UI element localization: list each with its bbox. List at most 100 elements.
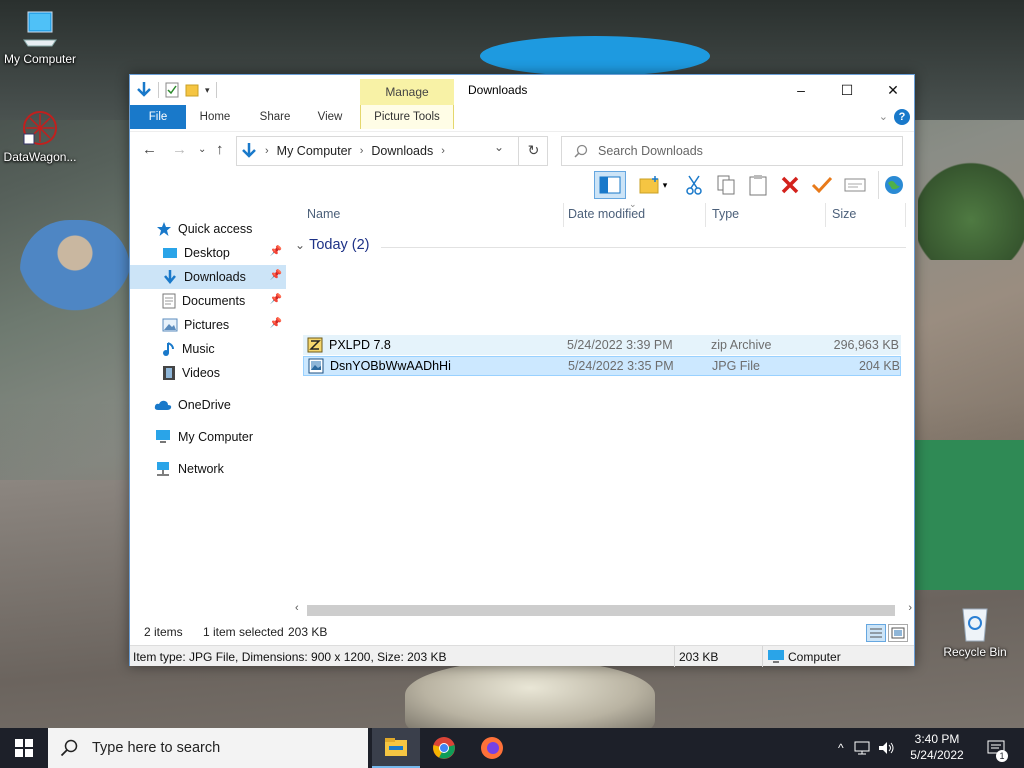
nav-downloads[interactable]: Downloads 📌 bbox=[130, 265, 286, 289]
desktop-icon-datawagon[interactable]: DataWagon... bbox=[0, 108, 80, 164]
column-header-name[interactable]: Name bbox=[307, 207, 340, 221]
chevron-right-icon[interactable]: › bbox=[360, 145, 364, 157]
cut-button[interactable] bbox=[682, 171, 706, 199]
column-divider[interactable] bbox=[905, 203, 906, 227]
new-folder-icon bbox=[639, 176, 659, 194]
firefox-icon bbox=[481, 737, 503, 759]
details-view-button[interactable] bbox=[866, 624, 886, 642]
datawagon-icon bbox=[23, 111, 57, 145]
file-date: 5/24/2022 3:35 PM bbox=[568, 359, 674, 373]
column-header-size[interactable]: Size bbox=[832, 207, 856, 221]
volume-icon[interactable] bbox=[878, 741, 896, 755]
status-selected: 1 item selected bbox=[203, 625, 284, 639]
pin-icon[interactable]: 📌 bbox=[270, 270, 282, 281]
nav-network[interactable]: Network bbox=[130, 457, 286, 481]
delete-x-icon bbox=[781, 176, 799, 194]
chevron-down-icon: ⌄ bbox=[295, 238, 306, 252]
minimize-button[interactable]: – bbox=[778, 75, 824, 105]
pin-icon[interactable]: 📌 bbox=[270, 246, 282, 257]
taskbar-file-explorer[interactable] bbox=[372, 728, 420, 768]
large-icons-view-button[interactable] bbox=[888, 624, 908, 642]
customize-qat-icon[interactable]: ▾ bbox=[205, 85, 210, 96]
pin-icon[interactable]: 📌 bbox=[270, 318, 282, 329]
title-bar[interactable]: ▾ Manage Downloads – ☐ ✕ bbox=[130, 75, 914, 105]
desktop-icon-recycle-bin[interactable]: Recycle Bin bbox=[935, 603, 1015, 659]
preview-pane-button[interactable] bbox=[594, 171, 626, 199]
tab-picture-tools[interactable]: Picture Tools bbox=[360, 105, 454, 129]
computer-icon bbox=[768, 650, 784, 663]
taskbar-search-box[interactable]: Type here to search bbox=[48, 728, 368, 768]
new-folder-icon[interactable] bbox=[185, 82, 199, 98]
maximize-button[interactable]: ☐ bbox=[824, 75, 870, 105]
nav-documents[interactable]: Documents 📌 bbox=[130, 289, 286, 313]
properties-button[interactable] bbox=[842, 171, 868, 199]
tab-view[interactable]: View bbox=[306, 105, 354, 129]
taskbar-search-input[interactable]: Type here to search bbox=[92, 740, 220, 756]
search-box[interactable]: Search Downloads bbox=[561, 136, 903, 166]
nav-music[interactable]: Music bbox=[130, 337, 286, 361]
network-icon[interactable] bbox=[854, 741, 870, 755]
file-type: JPG File bbox=[712, 359, 760, 373]
close-button[interactable]: ✕ bbox=[870, 75, 916, 105]
group-header[interactable]: ⌄ Today (2) bbox=[295, 237, 370, 253]
nav-pictures[interactable]: Pictures 📌 bbox=[130, 313, 286, 337]
refresh-button[interactable]: ↻ bbox=[518, 136, 548, 166]
status-bar: 2 items 1 item selected 203 KB bbox=[130, 621, 914, 643]
address-dropdown-icon[interactable]: ⌄ bbox=[494, 140, 504, 154]
back-button[interactable]: ← bbox=[142, 141, 157, 158]
nav-my-computer[interactable]: My Computer bbox=[130, 425, 286, 449]
copy-button[interactable] bbox=[714, 171, 738, 199]
forward-button[interactable]: → bbox=[172, 141, 187, 158]
column-divider[interactable] bbox=[705, 203, 706, 227]
chevron-up-icon[interactable]: ^ bbox=[838, 741, 844, 755]
rename-button[interactable] bbox=[810, 171, 834, 199]
column-divider[interactable] bbox=[563, 203, 564, 227]
details-size: 203 KB bbox=[679, 650, 719, 664]
desktop-icon-my-computer[interactable]: My Computer bbox=[0, 10, 80, 66]
action-center-button[interactable]: 1 bbox=[982, 728, 1010, 768]
file-type: zip Archive bbox=[711, 338, 772, 352]
bg-glass bbox=[405, 660, 655, 728]
file-explorer-icon bbox=[385, 738, 407, 756]
file-row[interactable]: PXLPD 7.8 5/24/2022 3:39 PM zip Archive … bbox=[303, 335, 901, 355]
scrollbar-thumb[interactable] bbox=[307, 605, 895, 616]
tab-file[interactable]: File bbox=[130, 105, 186, 129]
open-in-browser-button[interactable] bbox=[878, 171, 908, 199]
file-row[interactable]: DsnYOBbWwAADhHi 5/24/2022 3:35 PM JPG Fi… bbox=[303, 356, 901, 376]
column-divider[interactable] bbox=[825, 203, 826, 227]
start-button[interactable] bbox=[0, 728, 48, 768]
paste-button[interactable] bbox=[746, 171, 770, 199]
horizontal-scrollbar[interactable]: ‹ › bbox=[293, 602, 914, 619]
manage-tab[interactable]: Manage bbox=[360, 79, 454, 105]
help-icon[interactable]: ? bbox=[894, 109, 910, 125]
download-arrow-icon[interactable] bbox=[136, 81, 152, 99]
breadcrumb-my-computer[interactable]: My Computer bbox=[277, 144, 352, 158]
taskbar-chrome[interactable] bbox=[420, 728, 468, 768]
nav-desktop[interactable]: Desktop 📌 bbox=[130, 241, 286, 265]
breadcrumb-downloads[interactable]: Downloads bbox=[371, 144, 433, 158]
column-header-type[interactable]: Type bbox=[712, 207, 739, 221]
copy-icon bbox=[717, 175, 735, 195]
scroll-left-icon[interactable]: ‹ bbox=[295, 602, 299, 614]
chevron-right-icon[interactable]: › bbox=[441, 145, 445, 157]
pin-icon[interactable]: 📌 bbox=[270, 294, 282, 305]
clock-time: 3:40 PM bbox=[914, 732, 960, 746]
properties-icon[interactable] bbox=[165, 82, 179, 98]
file-size: 204 KB bbox=[858, 359, 900, 373]
collapse-ribbon-icon[interactable]: ⌄ bbox=[879, 110, 888, 123]
nav-label: Pictures bbox=[184, 318, 230, 332]
tab-share[interactable]: Share bbox=[250, 105, 300, 129]
scroll-right-icon[interactable]: › bbox=[908, 602, 912, 614]
tab-home[interactable]: Home bbox=[192, 105, 238, 129]
nav-onedrive[interactable]: OneDrive bbox=[130, 393, 286, 417]
up-button[interactable]: ↑ bbox=[216, 141, 224, 158]
clock[interactable]: 3:40 PM 5/24/2022 bbox=[906, 731, 968, 763]
nav-videos[interactable]: Videos bbox=[130, 361, 286, 385]
zip-archive-icon bbox=[307, 337, 323, 353]
delete-button[interactable] bbox=[778, 171, 802, 199]
nav-quick-access[interactable]: Quick access bbox=[130, 217, 286, 241]
new-folder-button[interactable]: ▾ bbox=[634, 171, 672, 199]
taskbar-firefox[interactable] bbox=[468, 728, 516, 768]
recent-locations-button[interactable]: ⌄ bbox=[198, 144, 206, 155]
search-input[interactable]: Search Downloads bbox=[598, 144, 703, 158]
